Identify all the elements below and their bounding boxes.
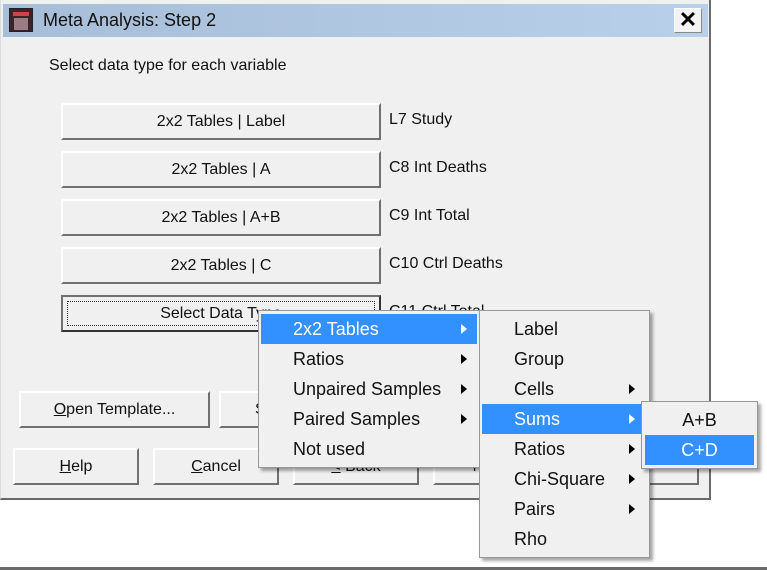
submenu-arrow-icon [629, 474, 635, 484]
variable-type-button-3[interactable]: 2x2 Tables | A+B [61, 199, 381, 236]
menu-item-ratios[interactable]: Ratios [482, 434, 647, 464]
menu-item-label: Paired Samples [293, 409, 421, 429]
submenu-arrow-icon [629, 444, 635, 454]
close-button[interactable]: ✕ [674, 8, 702, 33]
menu-item-group[interactable]: Group [482, 344, 647, 374]
menu-item-2x2-tables[interactable]: 2x2 Tables [261, 314, 477, 344]
submenu-arrow-icon [461, 384, 467, 394]
menu-item-text: Sums [514, 409, 561, 429]
menu-item-c-plus-d[interactable]: C+D [645, 435, 754, 465]
menu-item-label[interactable]: Label [482, 314, 647, 344]
2x2-tables-submenu: Label Group Cells Sums Ratios Chi-Square… [479, 310, 650, 558]
menu-item-pairs[interactable]: Pairs [482, 494, 647, 524]
menu-item-label: 2x2 Tables [293, 319, 379, 339]
submenu-arrow-icon [629, 504, 635, 514]
instruction-label: Select data type for each variable [49, 57, 287, 74]
mnemonic: C [191, 458, 203, 475]
app-icon [9, 8, 33, 32]
menu-item-text: A+B [682, 410, 717, 430]
menu-item-text: Group [514, 349, 565, 369]
sums-submenu: A+B C+D [641, 401, 758, 469]
variable-column-label-1: L7 Study [389, 111, 453, 128]
menu-item-text: Label [514, 319, 559, 339]
button-label: pen Template... [66, 401, 176, 418]
button-label: ancel [202, 458, 241, 475]
submenu-arrow-icon [461, 414, 467, 424]
button-label: elp [71, 458, 93, 475]
title-bar: Meta Analysis: Step 2 ✕ [3, 4, 708, 37]
menu-item-label: Unpaired Samples [293, 379, 442, 399]
help-button[interactable]: Help [13, 448, 139, 485]
menu-item-text: Cells [514, 379, 555, 399]
menu-item-sums[interactable]: Sums [482, 404, 647, 434]
variable-column-label-3: C9 Int Total [389, 207, 470, 224]
submenu-arrow-icon [461, 324, 467, 334]
menu-item-text: C+D [681, 440, 718, 460]
variable-type-button-4[interactable]: 2x2 Tables | C [61, 247, 381, 284]
menu-item-unpaired-samples[interactable]: Unpaired Samples [261, 374, 477, 404]
data-type-menu: 2x2 Tables Ratios Unpaired Samples Paire… [258, 310, 480, 468]
mnemonic: H [59, 458, 72, 475]
mnemonic: O [53, 401, 67, 418]
menu-item-text: Ratios [514, 439, 566, 459]
variable-column-label-4: C10 Ctrl Deaths [389, 255, 503, 272]
menu-item-cells[interactable]: Cells [482, 374, 647, 404]
submenu-arrow-icon [629, 414, 635, 424]
menu-item-rho[interactable]: Rho [482, 524, 647, 554]
submenu-arrow-icon [461, 354, 467, 364]
menu-item-text: Chi-Square [514, 469, 606, 489]
menu-item-chi-square[interactable]: Chi-Square [482, 464, 647, 494]
menu-item-text: Rho [514, 529, 548, 549]
menu-item-label: Not used [293, 439, 366, 459]
open-template-button[interactable]: Open Template... [19, 391, 210, 428]
menu-item-text: Pairs [514, 499, 556, 519]
variable-type-button-1[interactable]: 2x2 Tables | Label [61, 103, 381, 140]
variable-type-button-2[interactable]: 2x2 Tables | A [61, 151, 381, 188]
menu-item-label: Ratios [293, 349, 345, 369]
window-title: Meta Analysis: Step 2 [43, 10, 217, 30]
submenu-arrow-icon [629, 384, 635, 394]
menu-item-ratios[interactable]: Ratios [261, 344, 477, 374]
variable-column-label-2: C8 Int Deaths [389, 159, 487, 176]
menu-item-a-plus-b[interactable]: A+B [645, 405, 754, 435]
menu-item-not-used[interactable]: Not used [261, 434, 477, 464]
menu-item-paired-samples[interactable]: Paired Samples [261, 404, 477, 434]
